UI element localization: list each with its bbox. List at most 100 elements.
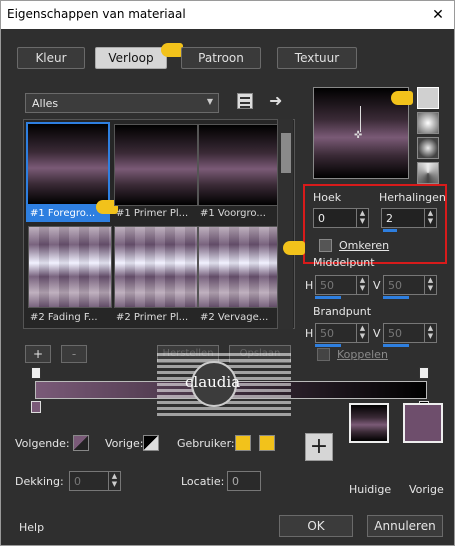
crosshair-icon: ✜ xyxy=(354,130,363,141)
opacity-stop-left[interactable] xyxy=(31,367,41,379)
rectangular-style-button[interactable] xyxy=(417,112,439,134)
repeats-slider[interactable] xyxy=(383,229,397,232)
gallery-thumb-1[interactable] xyxy=(28,124,108,204)
scrollbar-thumb[interactable] xyxy=(281,133,291,173)
gallery-scrollbar[interactable] xyxy=(277,119,293,329)
pointer-hand-icon xyxy=(391,91,413,105)
remove-stop-button[interactable]: - xyxy=(61,345,87,363)
center-h-label: H xyxy=(305,279,314,292)
gallery-label-3: #1 Voorgro... xyxy=(200,208,266,219)
user-swatch-2[interactable] xyxy=(259,435,275,451)
center-h-value: 50 xyxy=(320,279,334,292)
gallery-label-5: #2 Primer Pl... xyxy=(116,312,189,323)
spin-arrows-icon[interactable]: ▲ ▼ xyxy=(356,324,368,342)
watermark-text: claudia xyxy=(185,373,241,391)
opacity-stop-right[interactable] xyxy=(419,367,429,379)
focal-v-slider[interactable] xyxy=(383,344,409,347)
add-swatch-button[interactable]: + xyxy=(305,433,333,461)
center-v-input[interactable]: 50 ▲ ▼ xyxy=(383,275,437,295)
focal-h-value: 50 xyxy=(320,327,334,340)
category-value: Alles xyxy=(32,97,59,110)
category-dropdown[interactable]: Alles ▼ xyxy=(25,93,219,113)
spin-arrows-icon[interactable]: ▲ ▼ xyxy=(108,472,120,490)
current-label: Huidige xyxy=(349,483,392,496)
gallery-thumb-2[interactable] xyxy=(114,124,198,206)
tab-patroon[interactable]: Patroon xyxy=(181,47,261,69)
center-h-slider[interactable] xyxy=(315,296,341,299)
sunburst-style-button[interactable] xyxy=(417,137,439,159)
title-bar: Eigenschappen van materiaal ✕ xyxy=(1,1,454,29)
watermark-logo: claudia xyxy=(157,353,291,419)
focal-h-slider[interactable] xyxy=(315,344,341,347)
next-swatch[interactable] xyxy=(73,435,89,451)
focal-h-label: H xyxy=(305,327,314,340)
opacity-value: 0 xyxy=(74,475,81,488)
gallery-thumb-4[interactable] xyxy=(28,226,112,308)
gallery-thumb-6[interactable] xyxy=(198,226,282,308)
repeats-input[interactable]: 2 ▲ ▼ xyxy=(381,208,437,228)
material-properties-dialog: Eigenschappen van materiaal ✕ Kleur Verl… xyxy=(0,0,455,546)
repeats-value: 2 xyxy=(386,212,393,225)
location-input[interactable]: 0 xyxy=(227,471,261,491)
window-title: Eigenschappen van materiaal xyxy=(7,7,186,21)
gallery-label-2: #1 Primer Pl... xyxy=(116,208,189,219)
tab-kleur[interactable]: Kleur xyxy=(17,47,85,69)
close-button[interactable]: ✕ xyxy=(428,5,448,25)
gallery-label-6: #2 Vervage... xyxy=(200,312,269,323)
arrow-right-icon[interactable]: ➜ xyxy=(269,91,282,110)
help-link[interactable]: Help xyxy=(19,521,44,534)
color-stop-left[interactable] xyxy=(31,401,41,413)
gallery-thumb-5[interactable] xyxy=(114,226,198,308)
gallery-label-4: #2 Fading F... xyxy=(30,312,98,323)
spin-arrows-icon[interactable]: ▲ ▼ xyxy=(356,209,368,227)
angle-label: Hoek xyxy=(313,191,342,204)
focal-v-input[interactable]: 50 ▲ ▼ xyxy=(383,323,437,343)
center-label: Middelpunt xyxy=(313,256,375,269)
gallery-thumb-3[interactable] xyxy=(198,124,282,206)
center-v-value: 50 xyxy=(388,279,402,292)
focal-v-value: 50 xyxy=(388,327,402,340)
prev-label: Vorige: xyxy=(105,437,144,450)
invert-label: Omkeren xyxy=(339,239,390,252)
invert-checkbox[interactable] xyxy=(319,239,332,252)
angle-input[interactable]: 0 ▲ ▼ xyxy=(313,208,369,228)
pointer-hand-icon xyxy=(283,241,305,255)
repeats-label: Herhalingen xyxy=(379,191,446,204)
opacity-input[interactable]: 0 ▲ ▼ xyxy=(69,471,121,491)
gradient-gallery: #1 Foregro... #1 Primer Pl... #1 Voorgro… xyxy=(23,119,295,329)
center-h-input[interactable]: 50 ▲ ▼ xyxy=(315,275,369,295)
link-checkbox[interactable] xyxy=(317,348,330,361)
user-swatch-1[interactable] xyxy=(235,435,251,451)
tab-textuur[interactable]: Textuur xyxy=(277,47,357,69)
spin-arrows-icon[interactable]: ▲ ▼ xyxy=(424,209,436,227)
spin-arrows-icon[interactable]: ▲ ▼ xyxy=(424,324,436,342)
ok-button[interactable]: OK xyxy=(279,515,353,537)
linear-style-button[interactable] xyxy=(417,87,439,109)
center-v-slider[interactable] xyxy=(383,296,409,299)
prev-swatch[interactable] xyxy=(143,435,159,451)
location-value: 0 xyxy=(232,475,239,488)
opacity-label: Dekking: xyxy=(15,475,64,488)
spin-arrows-icon[interactable]: ▲ ▼ xyxy=(424,276,436,294)
previous-label: Vorige xyxy=(409,483,444,496)
focal-label: Brandpunt xyxy=(313,305,372,318)
spin-arrows-icon[interactable]: ▲ ▼ xyxy=(356,276,368,294)
pointer-hand-icon xyxy=(161,43,183,57)
angle-value: 0 xyxy=(318,212,325,225)
chevron-down-icon: ▼ xyxy=(206,97,213,106)
current-preview xyxy=(349,403,389,443)
center-v-label: V xyxy=(373,279,381,292)
previous-preview xyxy=(403,403,443,443)
cancel-button[interactable]: Annuleren xyxy=(367,515,443,537)
angle-handle[interactable] xyxy=(360,106,361,132)
link-label: Koppelen xyxy=(337,348,388,361)
focal-v-label: V xyxy=(373,327,381,340)
location-label: Locatie: xyxy=(181,475,225,488)
next-label: Volgende: xyxy=(15,437,70,450)
gallery-view-icon[interactable] xyxy=(237,93,253,109)
focal-h-input[interactable]: 50 ▲ ▼ xyxy=(315,323,369,343)
add-stop-button[interactable]: + xyxy=(25,345,51,363)
radial-style-button[interactable] xyxy=(417,162,439,184)
tab-verloop[interactable]: Verloop xyxy=(95,47,167,69)
user-label: Gebruiker: xyxy=(177,437,235,450)
